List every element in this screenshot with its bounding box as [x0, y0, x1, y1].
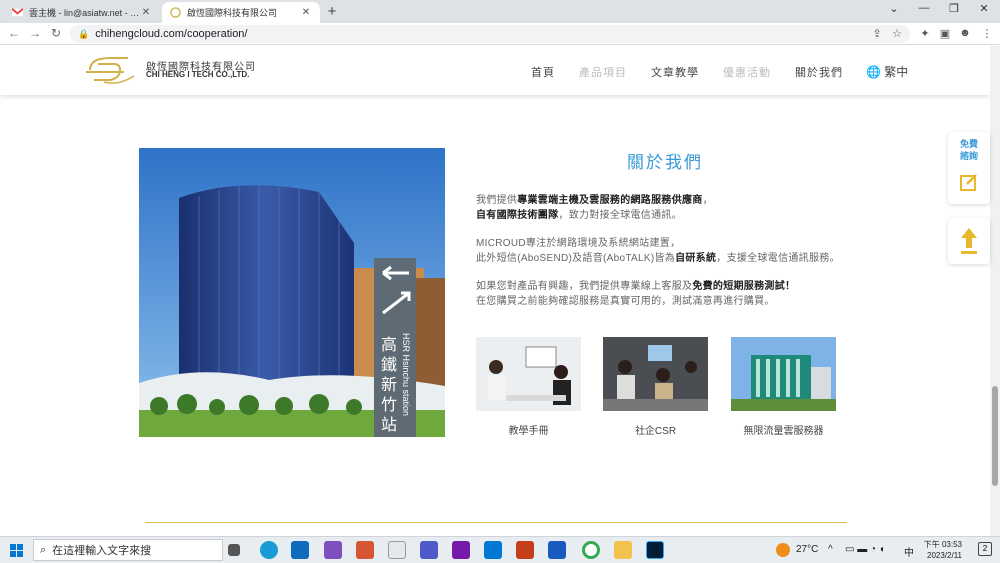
tray-icons[interactable]: ▭ ▬ ◔ ◖ [845, 544, 885, 555]
store-icon[interactable] [291, 541, 309, 559]
powerpoint-icon[interactable] [516, 541, 534, 559]
back-icon[interactable]: ← [6, 26, 22, 40]
brand-name-en: CHI HENG I TECH CO.,LTD. [146, 70, 250, 79]
url-field[interactable]: 🔒 chihengcloud.com/cooperation/ [70, 25, 910, 43]
language-switch[interactable]: 🌐 繁中 [866, 63, 908, 80]
tab-gmail[interactable]: 雲主機 - lin@asiatw.net - 盈釵科 ✕ [4, 2, 160, 23]
bookmark-star-icon[interactable]: ☆ [890, 27, 904, 40]
weather-temp[interactable]: 27°C [796, 544, 818, 555]
card-image-csr[interactable] [603, 337, 708, 411]
maximize-button[interactable]: ❐ [940, 2, 968, 15]
tray-chevron-icon[interactable]: ^ [828, 544, 833, 555]
share-icon[interactable]: ⇪ [870, 27, 884, 40]
close-tab-icon[interactable]: ✕ [140, 7, 152, 18]
back-to-top-button[interactable] [948, 218, 990, 264]
arrow-up-icon [961, 228, 977, 254]
new-tab-button[interactable]: + [324, 3, 340, 20]
edge-icon[interactable] [260, 541, 278, 559]
windows-taskbar: ⌕ 在這裡輸入文字來搜 27°C ^ ▭ ▬ ◔ ◖ 中 下午 03:53 20… [0, 536, 1000, 563]
clock-time: 下午 03:53 [923, 540, 962, 549]
taskbar-clock[interactable]: 下午 03:53 2023/2/11 [918, 539, 962, 561]
teams-icon[interactable] [420, 541, 438, 559]
about-line-1: 我們提供專業雲端主機及雲服務的網路服務供應商， [476, 195, 713, 206]
word-icon[interactable] [548, 541, 566, 559]
about-line-4: 此外短信(AboSEND)及語音(AboTALK)皆為自研系統，支援全球電信通訊… [476, 253, 840, 264]
close-tab-icon[interactable]: ✕ [300, 7, 312, 18]
edit-icon [960, 174, 977, 191]
card-image-tutorial[interactable] [476, 337, 581, 411]
nav-articles[interactable]: 文章教學 [651, 64, 699, 80]
extensions-icon[interactable]: ✦ [918, 27, 932, 40]
task-view-icon[interactable] [228, 544, 240, 556]
notification-icon[interactable]: 2 [978, 542, 992, 556]
globe-icon: 🌐 [866, 65, 881, 79]
nav-promotions[interactable]: 優惠活動 [723, 64, 771, 80]
lock-icon: 🔒 [78, 28, 90, 39]
url-text: chihengcloud.com/cooperation/ [95, 28, 248, 40]
station-sign-cn: 高鐵新竹站 [381, 337, 398, 434]
free-consult-button[interactable]: 免費諮詢 [948, 132, 990, 204]
onenote-app-icon[interactable] [452, 541, 470, 559]
station-sign-en: HSR Hsinchu station [401, 333, 411, 417]
forward-icon[interactable]: → [27, 26, 43, 40]
chrome-icon[interactable] [582, 541, 600, 559]
taskbar-search-box[interactable]: ⌕ 在這裡輸入文字來搜 [33, 539, 223, 561]
company-logo[interactable] [84, 52, 144, 88]
file-explorer-icon[interactable] [614, 541, 632, 559]
tab-chiheng[interactable]: 啟恆國際科技有限公司 ✕ [162, 2, 320, 23]
about-line-6: 在您購買之前能夠確認服務是真實可用的，測試滿意再進行購買。 [476, 296, 775, 307]
tab-search-icon[interactable]: ⌄ [880, 2, 908, 15]
card-image-cloud-server[interactable] [731, 337, 836, 411]
side-panel-icon[interactable]: ▣ [938, 27, 952, 40]
building-photo: 高鐵新竹站 HSR Hsinchu station [139, 148, 445, 437]
clock-date: 2023/2/11 [927, 551, 962, 560]
nav-home[interactable]: 首頁 [531, 64, 555, 80]
photoshop-icon[interactable] [646, 541, 664, 559]
free-consult-label: 免費諮詢 [959, 139, 978, 161]
search-placeholder: 在這裡輸入文字來搜 [52, 545, 152, 557]
card-caption-tutorial[interactable]: 教學手冊 [476, 422, 581, 437]
site-favicon-icon [170, 7, 181, 18]
card-caption-cloud-server[interactable]: 無限流量雲服務器 [731, 422, 836, 437]
language-label: 繁中 [884, 65, 909, 79]
scrollbar-thumb[interactable] [992, 386, 998, 486]
page-scrollbar[interactable] [990, 46, 1000, 536]
about-line-3: MICROUD專注於網路環境及系統網站建置， [476, 238, 681, 249]
nav-about[interactable]: 關於我們 [795, 64, 843, 80]
tab-title: 啟恆國際科技有限公司 [187, 8, 278, 18]
reload-icon[interactable]: ↻ [48, 26, 64, 40]
close-window-button[interactable]: ✕ [970, 2, 998, 15]
app-icon[interactable] [356, 541, 374, 559]
about-line-2: 自有國際技術團隊，致力對接全球電信通訊。 [476, 210, 683, 221]
section-divider [145, 522, 847, 523]
minimize-button[interactable]: — [910, 2, 938, 14]
search-icon: ⌕ [40, 543, 47, 556]
profile-avatar[interactable]: ☻ [958, 27, 972, 39]
windows-start-icon[interactable] [10, 544, 23, 557]
gmail-icon [12, 8, 23, 17]
weather-icon[interactable] [776, 543, 790, 557]
onenote-icon[interactable] [324, 541, 342, 559]
home-icon[interactable] [388, 541, 406, 559]
address-bar-row: ← → ↻ 🔒 chihengcloud.com/cooperation/ ⇪ … [0, 23, 1000, 45]
nav-products[interactable]: 產品項目 [579, 64, 627, 80]
about-title: 關於我們 [627, 153, 703, 172]
tab-title: 雲主機 - lin@asiatw.net - 盈釵科 [29, 8, 140, 18]
ime-indicator[interactable]: 中 [904, 544, 914, 559]
outlook-icon[interactable] [484, 541, 502, 559]
browser-tab-bar: 雲主機 - lin@asiatw.net - 盈釵科 ✕ 啟恆國際科技有限公司 … [0, 0, 1000, 23]
about-line-5: 如果您對產品有興趣，我們提供專業線上客服及免費的短期服務測試！ [476, 281, 796, 292]
card-caption-csr[interactable]: 社企CSR [603, 422, 708, 437]
menu-kebab-icon[interactable]: ⋮ [980, 27, 994, 40]
site-header: 啟恆國際科技有限公司 CHI HENG I TECH CO.,LTD. 首頁 產… [0, 46, 990, 95]
